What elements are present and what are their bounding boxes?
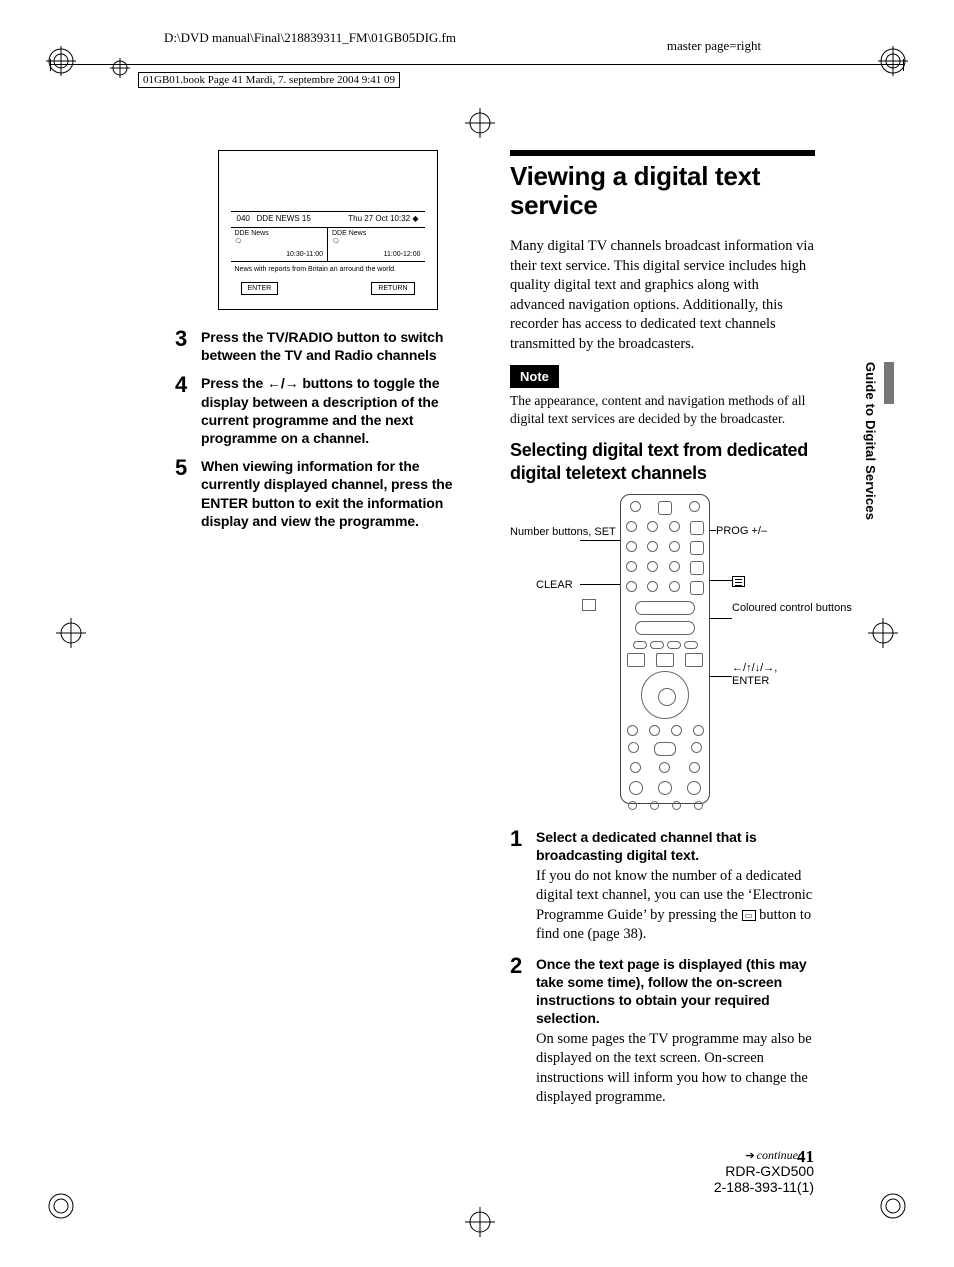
crosshair-icon — [868, 618, 898, 648]
remote-label-prog: PROG +/– — [716, 524, 767, 539]
step-number: 5 — [175, 457, 201, 530]
step-number: 4 — [175, 374, 201, 447]
right-column: Viewing a digital text service Many digi… — [510, 150, 815, 1200]
step-head: Once the text page is displayed (this ma… — [536, 955, 815, 1028]
footer-block: RDR-GXD500 2-188-393-11(1) — [714, 1163, 814, 1195]
step-4: 4 Press the / buttons to toggle the disp… — [175, 374, 480, 447]
ms-ch-name: DDE NEWS 15 — [257, 214, 311, 223]
step-5: 5 When viewing information for the curre… — [175, 457, 480, 530]
step-number: 2 — [510, 955, 536, 1108]
heading-h2: Selecting digital text from dedicated di… — [510, 439, 815, 484]
ms-enter-button: ENTER — [241, 282, 279, 295]
reg-mark-icon — [878, 1191, 908, 1221]
remote-label-enter: ←/↑/↓/→,ENTER — [732, 662, 812, 688]
step-head: Press the TV/RADIO button to switch betw… — [201, 328, 480, 364]
note-label: Note — [510, 365, 559, 389]
arrow-left-icon — [267, 375, 281, 391]
left-column: 040 DDE NEWS 15 Thu 27 Oct 10:32 ◆ DDE N… — [175, 150, 480, 1200]
crosshair-icon — [465, 108, 495, 138]
ms-prog1-title: DDE News — [235, 229, 324, 238]
header-master: master page=right — [614, 38, 814, 55]
epg-miniscreen: 040 DDE NEWS 15 Thu 27 Oct 10:32 ◆ DDE N… — [218, 150, 438, 310]
ms-desc: News with reports from Britain an arroun… — [231, 261, 425, 277]
step-number: 3 — [175, 328, 201, 364]
crop-text: 01GB01.book Page 41 Mardi, 7. septembre … — [138, 72, 400, 88]
heading-h1: Viewing a digital text service — [510, 150, 815, 219]
step-1: 1 Select a dedicated channel that is bro… — [510, 828, 815, 945]
remote-label-numberset: Number buttons, SET — [510, 526, 580, 539]
remote-body — [620, 494, 710, 804]
crosshair-icon — [465, 1207, 495, 1237]
ms-ch-num: 040 — [237, 214, 250, 223]
header-path: D:\DVD manual\Final\218839311_FM\01GB05D… — [160, 30, 460, 47]
intro-paragraph: Many digital TV channels broadcast infor… — [510, 237, 815, 354]
thumb-tab-mark — [884, 362, 894, 404]
ms-datetime: Thu 27 Oct 10:32 — [348, 214, 410, 223]
crop-rule: 01GB01.book Page 41 Mardi, 7. septembre … — [50, 64, 904, 94]
step-desc: On some pages the TV programme may also … — [536, 1030, 815, 1108]
reg-mark-icon — [46, 1191, 76, 1221]
section-tab: Guide to Digital Services — [863, 362, 878, 520]
continued-indicator: continued — [745, 1148, 804, 1163]
ms-prog2-time: 11:00-12:00 — [384, 250, 421, 259]
ms-return-button: RETURN — [371, 282, 414, 295]
step-3: 3 Press the TV/RADIO button to switch be… — [175, 328, 480, 364]
remote-label-coloured: Coloured control buttons — [732, 602, 802, 615]
step-head: When viewing information for the current… — [201, 457, 480, 530]
step-head: Select a dedicated channel that is broad… — [536, 828, 815, 864]
guide-icon: ▭ — [742, 910, 756, 921]
note-text: The appearance, content and navigation m… — [510, 392, 815, 427]
footer-doc: 2-188-393-11(1) — [714, 1179, 814, 1195]
remote-label-clear: CLEAR — [536, 578, 573, 593]
step-desc: If you do not know the number of a dedic… — [536, 867, 815, 945]
crosshair-icon — [56, 618, 86, 648]
footer-model: RDR-GXD500 — [714, 1163, 814, 1179]
ms-prog2-title: DDE News — [332, 229, 421, 238]
remote-list-icon — [732, 574, 745, 589]
remote-diagram: Number buttons, SET CLEAR PROG +/– Colou… — [510, 494, 815, 814]
step-head-pre: Press the — [201, 375, 267, 391]
remote-guide-icon — [582, 598, 596, 613]
ms-prog1-time: 10:30-11:00 — [286, 250, 323, 259]
step-head: Press the / buttons to toggle the displa… — [201, 374, 480, 447]
arrow-right-icon — [285, 375, 299, 391]
step-number: 1 — [510, 828, 536, 945]
step-2: 2 Once the text page is displayed (this … — [510, 955, 815, 1108]
